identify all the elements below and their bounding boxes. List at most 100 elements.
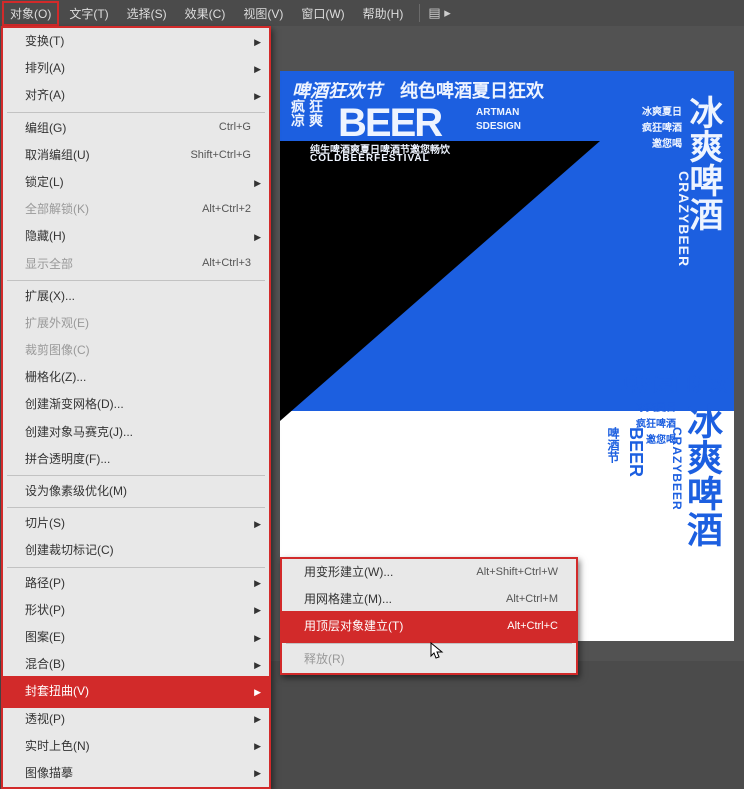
menu-item-label: 切片(S) — [25, 514, 65, 533]
menu-shortcut: Alt+Shift+Ctrl+W — [476, 564, 558, 582]
menu-select[interactable]: 选择(S) — [119, 1, 175, 26]
menu-item-slice[interactable]: 切片(S) ▶ — [3, 510, 269, 537]
menu-item-expand[interactable]: 扩展(X)... — [3, 283, 269, 310]
menu-item-label: 全部解锁(K) — [25, 200, 89, 219]
menu-item-label: 创建对象马赛克(J)... — [25, 423, 133, 442]
art-text: SDESIGN — [476, 121, 521, 132]
menu-item-label: 取消编组(U) — [25, 146, 90, 165]
menu-view[interactable]: 视图(V) — [235, 1, 291, 26]
submenu-arrow-icon: ▶ — [254, 576, 261, 590]
menu-item-group[interactable]: 编组(G) Ctrl+G — [3, 115, 269, 142]
menu-item-label: 封套扭曲(V) — [25, 682, 89, 701]
menu-item-label: 路径(P) — [25, 574, 65, 593]
menu-window[interactable]: 窗口(W) — [293, 1, 352, 26]
menu-item-label: 编组(G) — [25, 119, 66, 138]
menu-item-show-all: 显示全部 Alt+Ctrl+3 — [3, 251, 269, 278]
menu-item-object-mosaic[interactable]: 创建对象马赛克(J)... — [3, 419, 269, 446]
menu-item-label: 图像描摹 — [25, 764, 73, 783]
menu-divider — [286, 643, 572, 644]
menu-item-image-trace[interactable]: 图像描摹 ▶ — [3, 760, 269, 787]
menu-item-label: 透视(P) — [25, 710, 65, 729]
submenu-item-make-with-top-object[interactable]: 用顶层对象建立(T)Alt+Ctrl+C — [280, 611, 578, 642]
menu-item-perspective[interactable]: 透视(P)▶ — [3, 706, 269, 733]
submenu-item-make-with-mesh[interactable]: 用网格建立(M)... Alt+Ctrl+M — [282, 586, 576, 613]
menu-item-flatten-transparency[interactable]: 拼合透明度(F)... — [3, 446, 269, 473]
menu-item-blend[interactable]: 混合(B)▶ — [3, 651, 269, 678]
menu-item-label: 创建渐变网格(D)... — [25, 395, 124, 414]
art-text: 纯色啤酒夏日狂欢 — [400, 77, 544, 103]
menu-divider — [7, 507, 265, 508]
menu-item-label: 对齐(A) — [25, 86, 65, 105]
submenu-arrow-icon: ▶ — [254, 739, 261, 753]
submenu-item-release: 释放(R) — [282, 646, 576, 673]
menu-item-align[interactable]: 对齐(A)▶ — [3, 82, 269, 109]
menu-item-shape[interactable]: 形状(P)▶ — [3, 597, 269, 624]
art-text: CRAZYBEER — [676, 171, 692, 267]
menu-item-live-paint[interactable]: 实时上色(N) ▶ — [3, 733, 269, 760]
submenu-item-make-with-warp[interactable]: 用变形建立(W)... Alt+Shift+Ctrl+W — [282, 559, 576, 586]
art-text: CRAZYBEER — [670, 427, 684, 511]
menu-item-expand-appearance: 扩展外观(E) — [3, 310, 269, 337]
menu-item-label: 用网格建立(M)... — [304, 590, 392, 609]
art-text: 疯凉 — [288, 99, 308, 127]
submenu-arrow-icon: ▶ — [254, 175, 261, 189]
menu-shortcut: Ctrl+G — [219, 119, 251, 137]
art-text: 冰爽夏日 — [642, 103, 682, 118]
menu-item-arrange[interactable]: 排列(A)▶ — [3, 55, 269, 82]
submenu-arrow-icon: ▶ — [254, 685, 261, 699]
object-menu: 变换(T)▶ 排列(A)▶ 对齐(A)▶ 编组(G)Ctrl+G 取消编组(U)… — [1, 26, 271, 789]
menu-item-label: 实时上色(N) — [25, 737, 90, 756]
menu-item-envelope-distort[interactable]: 封套扭曲(V) ▶ — [1, 676, 271, 707]
menu-item-rasterize[interactable]: 栅格化(Z)... — [3, 364, 269, 391]
art-text: 啤酒夏日狂欢 — [620, 371, 728, 397]
menu-item-label: 拼合透明度(F)... — [25, 450, 110, 469]
cursor-icon — [430, 642, 444, 660]
menu-text[interactable]: 文字(T) — [61, 1, 116, 26]
menu-item-label: 创建裁切标记(C) — [25, 541, 114, 560]
menu-item-lock[interactable]: 锁定(L) ▶ — [3, 169, 269, 196]
menu-divider — [7, 567, 265, 568]
menu-divider — [7, 280, 265, 281]
art-text: COLDBEERFESTIVAL — [310, 153, 430, 164]
menu-item-transform[interactable]: 变换(T) ▶ — [3, 28, 269, 55]
menu-item-pixel-perfect[interactable]: 设为像素级优化(M) — [3, 478, 269, 505]
submenu-arrow-icon: ▶ — [254, 230, 261, 244]
menu-item-pattern[interactable]: 图案(E)▶ — [3, 624, 269, 651]
submenu-arrow-icon: ▶ — [254, 517, 261, 531]
menu-help[interactable]: 帮助(H) — [355, 1, 412, 26]
art-text: 啤酒节 — [605, 427, 622, 463]
menu-item-gradient-mesh[interactable]: 创建渐变网格(D)... — [3, 391, 269, 418]
menu-item-label: 显示全部 — [25, 255, 73, 274]
menu-shortcut: Alt+Ctrl+3 — [202, 255, 251, 273]
menu-separator — [419, 4, 420, 22]
art-text: ARTMAN — [476, 107, 519, 118]
submenu-arrow-icon: ▶ — [254, 658, 261, 672]
art-text: BEER — [625, 427, 646, 477]
art-text: 冰爽夏日 — [636, 399, 676, 414]
menu-object[interactable]: 对象(O) — [2, 1, 59, 26]
art-text: 狂爽 — [306, 99, 326, 127]
menu-item-hide[interactable]: 隐藏(H) ▶ — [3, 223, 269, 250]
menu-item-label: 隐藏(H) — [25, 227, 66, 246]
menu-item-label: 扩展外观(E) — [25, 314, 89, 333]
menu-item-label: 扩展(X)... — [25, 287, 75, 306]
menu-shortcut: Alt+Ctrl+C — [507, 618, 558, 636]
menu-shortcut: Alt+Ctrl+M — [506, 591, 558, 609]
menu-item-label: 释放(R) — [304, 650, 345, 669]
menu-item-label: 变换(T) — [25, 32, 64, 51]
tool-icon[interactable]: ▤ ▸ — [428, 5, 450, 21]
artwork[interactable]: 啤酒狂欢节 纯色啤酒夏日狂欢 BEER ARTMAN SDESIGN 纯生啤酒爽… — [280, 71, 734, 641]
menu-item-label: 排列(A) — [25, 59, 65, 78]
menu-item-crop-marks[interactable]: 创建裁切标记(C) — [3, 537, 269, 564]
submenu-arrow-icon: ▶ — [254, 34, 261, 48]
menu-item-label: 设为像素级优化(M) — [25, 482, 127, 501]
menu-item-label: 锁定(L) — [25, 173, 64, 192]
art-text: BEER — [338, 101, 441, 146]
menu-item-label: 裁剪图像(C) — [25, 341, 90, 360]
menu-item-ungroup[interactable]: 取消编组(U)Shift+Ctrl+G — [3, 142, 269, 169]
submenu-arrow-icon: ▶ — [254, 766, 261, 780]
menu-item-label: 用变形建立(W)... — [304, 563, 393, 582]
menu-item-path[interactable]: 路径(P) ▶ — [3, 570, 269, 597]
envelope-distort-submenu: 用变形建立(W)... Alt+Shift+Ctrl+W 用网格建立(M)... A… — [280, 557, 578, 675]
menu-effect[interactable]: 效果(C) — [177, 1, 234, 26]
